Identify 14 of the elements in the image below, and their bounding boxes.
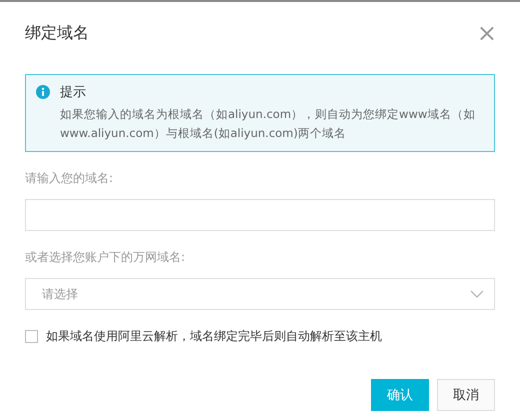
info-icon	[36, 85, 50, 99]
confirm-button[interactable]: 确认	[371, 379, 429, 411]
domain-select[interactable]: 请选择	[25, 278, 495, 310]
cancel-button[interactable]: 取消	[437, 379, 495, 411]
dialog-title: 绑定域名	[25, 22, 89, 44]
close-button[interactable]: ×	[476, 23, 497, 43]
notice-text: 如果您输入的域名为根域名（如aliyun.com），则自动为您绑定www域名（如www.aliyun.com）与根域名(如aliyun.com)两个域名	[60, 106, 476, 142]
notice-title: 提示	[60, 84, 87, 101]
checkbox-label: 如果域名使用阿里云解析，域名绑定完毕后则自动解析至该主机	[46, 328, 382, 345]
checkbox[interactable]	[25, 330, 38, 343]
field-label: 或者选择您账户下的万网域名:	[25, 249, 186, 266]
field-label: 请输入您的域名:	[25, 170, 114, 187]
domain-input-field[interactable]	[25, 199, 495, 231]
chevron-down-icon	[470, 290, 484, 298]
